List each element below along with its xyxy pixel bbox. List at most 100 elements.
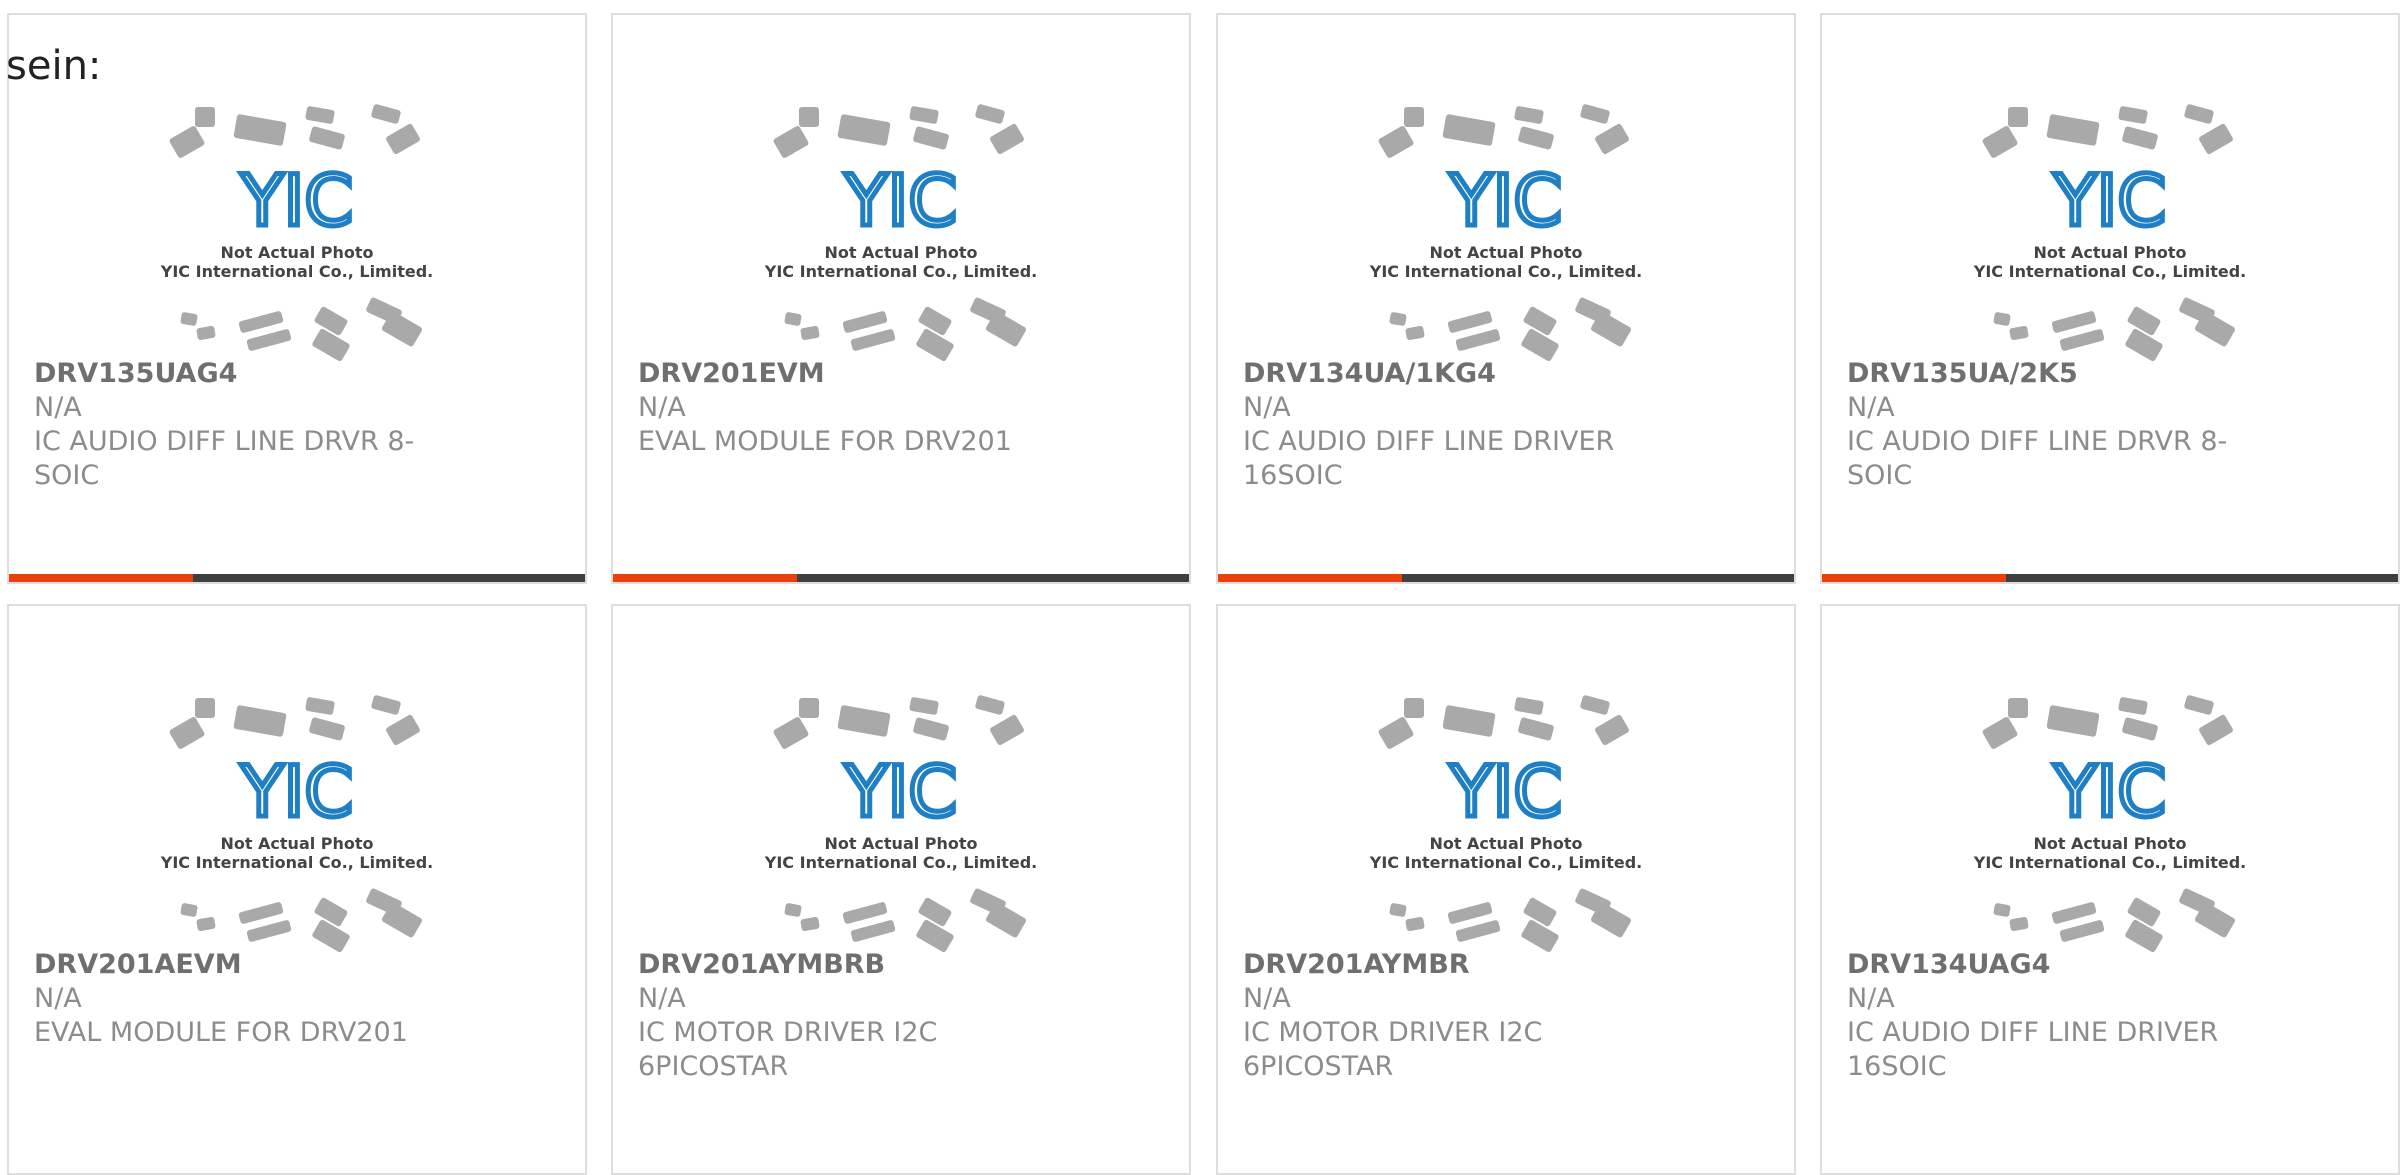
photo-disclaimer: Not Actual Photo [2033,834,2186,853]
chip-icon [312,328,350,362]
yic-logo: YIC [844,751,957,833]
chip-icon [2118,697,2148,715]
photo-company: YIC International Co., Limited. [764,853,1037,872]
chip-icon [837,114,891,146]
chip-icon [990,123,1024,155]
chip-icon [238,902,284,924]
chip-icon [850,920,896,942]
part-number[interactable]: DRV134UA/1KG4 [1243,357,1496,391]
photo-disclaimer: Not Actual Photo [220,243,373,262]
chip-icon [1389,903,1407,917]
chip-icon [1982,126,2018,158]
chip-icon [773,126,809,158]
chip-icon [169,126,205,158]
chip-icon [2008,698,2028,718]
chip-icon [1389,312,1407,326]
chip-icon [305,106,335,124]
description: IC AUDIO DIFF LINE DRVR 8-SOIC [1847,426,2228,491]
description: IC AUDIO DIFF LINE DRIVER 16SOIC [1847,1017,2219,1082]
chip-icon [1514,106,1544,124]
part-number[interactable]: DRV201EVM [638,357,825,391]
product-card[interactable]: YIC Not Actual Photo YIC International Co.… [1820,604,2400,1175]
product-card[interactable]: YIC Not Actual Photo YIC International Co.… [1216,13,1796,584]
manufacturer: N/A [1847,983,1895,1014]
chip-icon [2184,695,2214,715]
product-card[interactable]: YIC Not Actual Photo YIC International Co.… [1216,604,1796,1175]
chip-icon [309,717,345,741]
chip-icon [2008,107,2028,127]
chip-icon [1455,920,1501,942]
chip-icon [246,920,292,942]
chip-icon [2059,920,2105,942]
product-card[interactable]: YIC Not Actual Photo YIC International Co.… [611,604,1191,1175]
product-card[interactable]: YIC Not Actual Photo YIC International Co.… [611,13,1191,584]
chip-icon [2122,717,2158,741]
product-photo-illustration: YICNot Actual PhotoYIC International Co.… [1973,104,2246,362]
photo-disclaimer: Not Actual Photo [824,243,977,262]
part-number[interactable]: DRV135UAG4 [34,357,237,391]
chip-icon [2125,328,2163,362]
product-card[interactable]: YIC Not Actual Photo YIC International Co.… [7,604,587,1175]
chip-icon [842,311,888,333]
chip-icon [195,698,215,718]
chip-icon [371,695,401,715]
product-image: YIC Not Actual Photo YIC International Co.… [613,15,1189,365]
chip-icon [1993,903,2011,917]
product-image: YIC Not Actual Photo YIC International Co.… [1822,15,2398,365]
chip-icon [913,126,949,150]
manufacturer: N/A [638,392,686,423]
chip-icon [2009,917,2029,931]
chip-icon [2059,329,2105,351]
manufacturer: N/A [1847,392,1895,423]
photo-company: YIC International Co., Limited. [160,262,433,281]
chip-icon [773,717,809,749]
part-number[interactable]: DRV135UA/2K5 [1847,357,2078,391]
manufacturer: N/A [34,983,82,1014]
photo-disclaimer: Not Actual Photo [1429,834,1582,853]
part-number[interactable]: DRV134UAG4 [1847,948,2050,982]
chip-icon [918,306,952,336]
yic-logo: YIC [1449,751,1562,833]
part-number[interactable]: DRV201AYMBRB [638,948,885,982]
chip-icon [913,717,949,741]
chip-icon [386,123,420,155]
product-photo-illustration: YICNot Actual PhotoYIC International Co.… [764,104,1037,362]
manufacturer: N/A [34,392,82,423]
chip-icon [2127,306,2161,336]
chip-icon [180,312,198,326]
photo-disclaimer: Not Actual Photo [1429,243,1582,262]
chip-icon [1404,107,1424,127]
chip-icon [909,106,939,124]
product-photo-illustration: YICNot Actual PhotoYIC International Co.… [160,695,433,953]
manufacturer: N/A [1243,392,1291,423]
chip-icon [314,306,348,336]
photo-company: YIC International Co., Limited. [160,853,433,872]
card-accent-bar [1218,574,1794,582]
chip-icon [975,695,1005,715]
chip-icon [916,919,954,953]
chip-icon [386,714,420,746]
chip-icon [169,717,205,749]
chip-icon [1518,126,1554,150]
chip-icon [312,919,350,953]
product-card[interactable]: YIC Not Actual Photo YIC International Co.… [1820,13,2400,584]
chip-icon [1405,326,1425,340]
manufacturer: N/A [638,983,686,1014]
lead-text: sein: [6,43,102,89]
part-number[interactable]: DRV201AYMBR [1243,948,1470,982]
chip-icon [1378,717,1414,749]
part-number[interactable]: DRV201AEVM [34,948,242,982]
yic-logo: YIC [2053,160,2166,242]
product-image: YIC Not Actual Photo YIC International Co.… [1822,606,2398,956]
manufacturer: N/A [1243,983,1291,1014]
chip-icon [2051,902,2097,924]
chip-icon [305,697,335,715]
chip-icon [1514,697,1544,715]
product-card[interactable]: YIC Not Actual Photo YIC International Co.… [7,13,587,584]
chip-icon [371,104,401,124]
chip-icon [1595,123,1629,155]
chip-icon [1521,328,1559,362]
description: IC AUDIO DIFF LINE DRVR 8-SOIC [34,426,415,491]
chip-icon [975,104,1005,124]
description: EVAL MODULE FOR DRV201 [34,1017,408,1048]
